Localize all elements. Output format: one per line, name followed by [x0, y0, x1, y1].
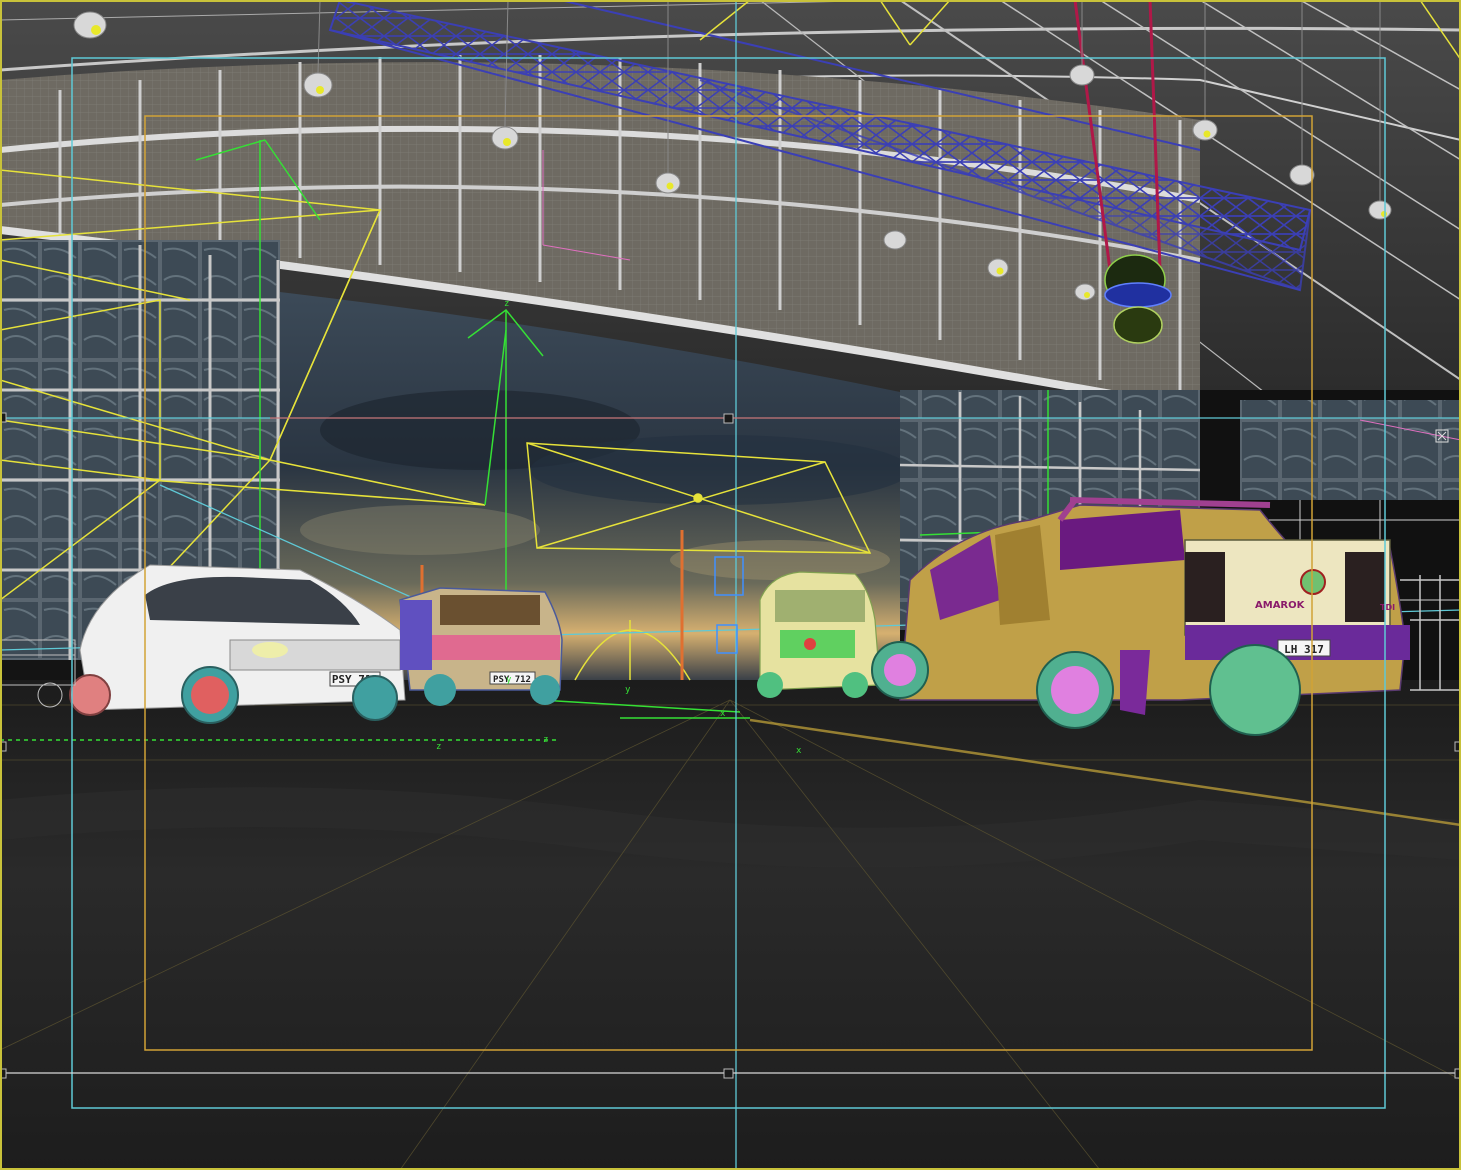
gizmo-label-z-top: z	[504, 299, 509, 309]
3d-viewport[interactable]: PSY 712 PSY 712 AMAROK TDI LH 317 z y y …	[0, 0, 1461, 1170]
amarok-model-badge: TDI	[1380, 603, 1395, 612]
gizmo-label-x-a: x	[720, 709, 726, 719]
amarok-badge: AMAROK	[1255, 600, 1306, 611]
viewport-scene: PSY 712 PSY 712 AMAROK TDI LH 317 z y y …	[0, 0, 1461, 1170]
vehicle-crafter-van[interactable]	[757, 571, 881, 698]
amarok-plate: LH 317	[1284, 643, 1324, 656]
vehicle-transporter-van[interactable]: PSY 712	[399, 587, 563, 706]
gizmo-label-z-floor-a: z	[436, 742, 441, 752]
gizmo-label-y-b: y	[625, 685, 631, 695]
gizmo-label-x-b: x	[796, 746, 802, 756]
ceiling-spotlight	[1104, 254, 1172, 344]
hangar-floor	[0, 680, 1461, 1170]
transporter-plate: PSY 712	[493, 675, 531, 685]
gizmo-label-z-floor-b: z	[543, 735, 548, 745]
gizmo-label-y-a: y	[506, 675, 512, 685]
